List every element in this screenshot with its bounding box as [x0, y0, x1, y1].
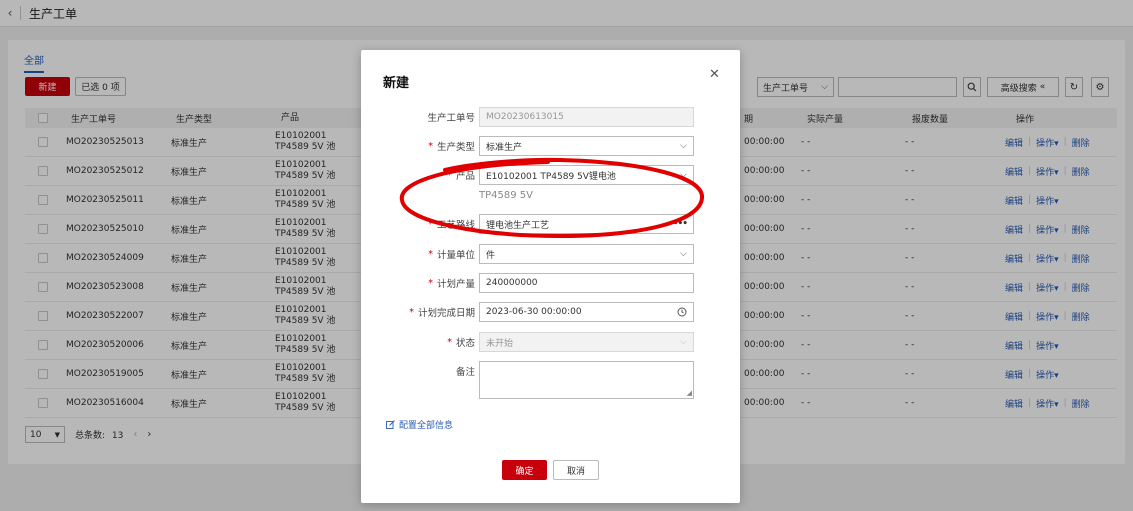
field-route: * 工艺路线 锂电池生产工艺 ••• [361, 214, 740, 234]
planned-date-label: 计划完成日期 [417, 308, 475, 319]
required-mark: * [447, 169, 452, 181]
new-work-order-dialog: 新建 ✕ 生产工单号 MO20230613015 * 生产类型 标准生产 ⌵ * 产品… [361, 50, 740, 503]
more-icon[interactable]: ••• [673, 219, 688, 229]
unit-label: 计量单位 [436, 250, 475, 261]
route-label: 工艺路线 [436, 220, 475, 231]
order-no-label: 生产工单号 [427, 113, 475, 124]
status-label: 状态 [455, 338, 475, 349]
planned-qty-label-wrap: * 计划产量 [428, 273, 475, 293]
field-product: * 产品 E10102001 TP4589 5V锂电池 ⌵ [361, 165, 740, 185]
product-select[interactable]: E10102001 TP4589 5V锂电池 ⌵ [479, 165, 694, 185]
planned-qty-input[interactable]: 240000000 [479, 273, 694, 293]
chevron-down-icon: ⌵ [680, 170, 687, 180]
type-select[interactable]: 标准生产 ⌵ [479, 136, 694, 156]
field-planned-date: * 计划完成日期 2023-06-30 00:00:00 [361, 302, 740, 322]
cancel-button[interactable]: 取消 [553, 460, 599, 480]
planned-qty-label: 计划产量 [436, 279, 475, 290]
resize-handle-icon[interactable]: ◢ [687, 389, 692, 397]
status-label-wrap: * 状态 [447, 332, 475, 352]
status-select: 未开始 ⌵ [479, 332, 694, 352]
product-label: 产品 [455, 171, 475, 182]
edit-icon [386, 420, 395, 429]
config-all-link[interactable]: 配置全部信息 [386, 418, 453, 431]
route-value: 锂电池生产工艺 [486, 220, 550, 231]
confirm-button[interactable]: 确定 [502, 460, 547, 480]
type-value: 标准生产 [486, 142, 523, 153]
planned-date-picker[interactable]: 2023-06-30 00:00:00 [479, 302, 694, 322]
required-mark: * [428, 218, 433, 230]
planned-date-value: 2023-06-30 00:00:00 [486, 307, 582, 317]
chevron-down-icon: ⌵ [680, 249, 687, 259]
field-order-no: 生产工单号 MO20230613015 [361, 107, 740, 127]
planned-date-label-wrap: * 计划完成日期 [409, 302, 475, 322]
status-value: 未开始 [486, 338, 514, 349]
unit-value: 件 [486, 250, 496, 261]
order-no-value: MO20230613015 [486, 112, 564, 122]
field-status: * 状态 未开始 ⌵ [361, 332, 740, 352]
dialog-title: 新建 [383, 76, 410, 91]
remark-textarea[interactable]: ◢ [479, 361, 694, 399]
product-spec: TP4589 5V [479, 190, 533, 201]
unit-select[interactable]: 件 ⌵ [479, 244, 694, 264]
type-label-wrap: * 生产类型 [428, 136, 475, 156]
close-icon[interactable]: ✕ [709, 67, 720, 82]
chevron-down-icon: ⌵ [680, 337, 687, 347]
planned-qty-value: 240000000 [486, 278, 538, 288]
required-mark: * [428, 140, 433, 152]
order-no-input: MO20230613015 [479, 107, 694, 127]
remark-label: 备注 [455, 367, 475, 378]
clock-icon [677, 307, 687, 317]
chevron-down-icon: ⌵ [680, 141, 687, 151]
type-label: 生产类型 [436, 142, 475, 153]
config-all-label: 配置全部信息 [399, 421, 454, 431]
required-mark: * [447, 336, 452, 348]
field-unit: * 计量单位 件 ⌵ [361, 244, 740, 264]
product-value: E10102001 TP4589 5V锂电池 [486, 171, 616, 182]
field-type: * 生产类型 标准生产 ⌵ [361, 136, 740, 156]
unit-label-wrap: * 计量单位 [428, 244, 475, 264]
route-picker[interactable]: 锂电池生产工艺 ••• [479, 214, 694, 234]
required-mark: * [409, 306, 414, 318]
required-mark: * [428, 248, 433, 260]
product-label-wrap: * 产品 [447, 165, 475, 185]
route-label-wrap: * 工艺路线 [428, 214, 475, 234]
field-planned-qty: * 计划产量 240000000 [361, 273, 740, 293]
required-mark: * [428, 277, 433, 289]
